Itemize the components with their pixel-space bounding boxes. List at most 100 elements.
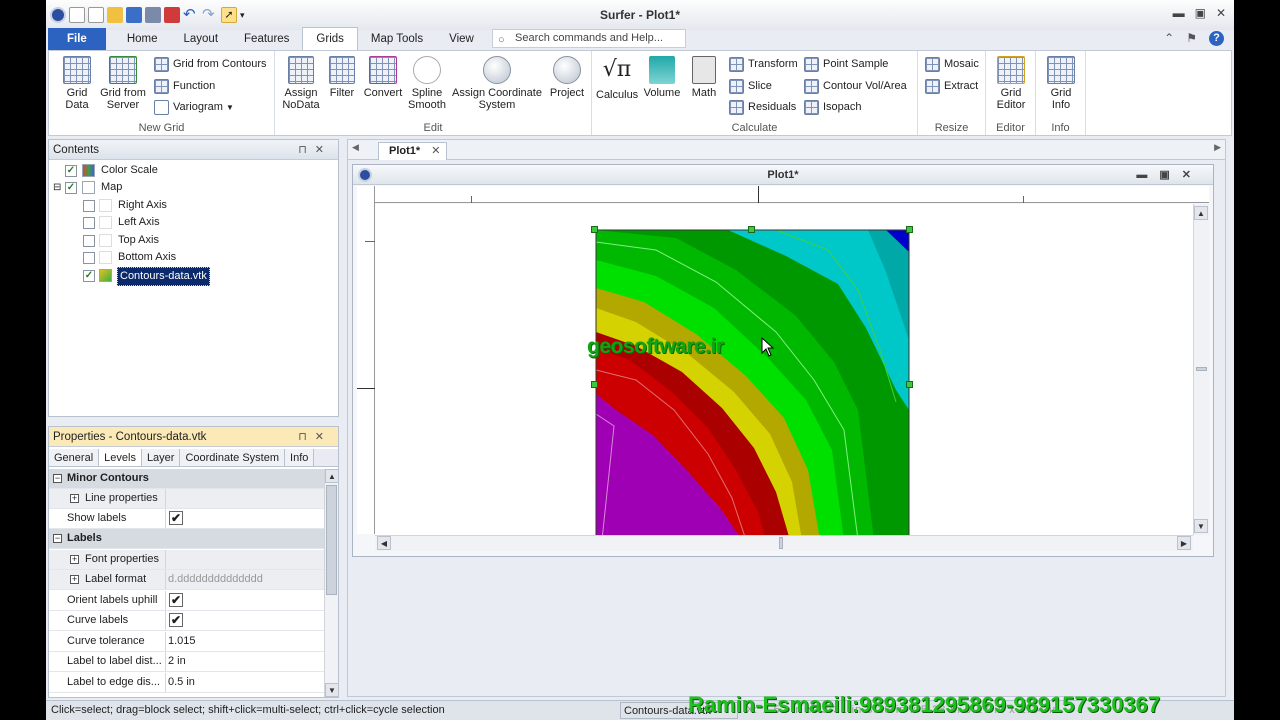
function-button[interactable]: Function <box>153 77 215 95</box>
tab-coordinate-system[interactable]: Coordinate System <box>180 449 286 466</box>
slice-button[interactable]: Slice <box>728 77 772 95</box>
collapse-icon[interactable]: − <box>53 534 62 543</box>
section-labels[interactable]: − Labels <box>49 529 325 549</box>
assign-nodata-button[interactable]: Assign NoData <box>279 56 323 111</box>
tree-item-map[interactable]: ⊟ ✓ Map <box>49 179 329 196</box>
top-axis-checkbox[interactable] <box>83 235 95 247</box>
extract-button[interactable]: Extract <box>924 77 978 95</box>
grid-info-button[interactable]: Grid Info <box>1040 56 1082 111</box>
contour-map[interactable] <box>375 204 1193 535</box>
color-scale-checkbox[interactable]: ✓ <box>65 165 77 177</box>
tab-scroll-right-icon[interactable]: ▶ <box>1214 142 1221 153</box>
prop-label-to-label-dist[interactable]: Label to label dist... 2 in <box>49 652 325 672</box>
grid-data-button[interactable]: Grid Data <box>57 56 97 111</box>
selection-handle[interactable] <box>591 381 598 388</box>
prop-orient-labels-uphill[interactable]: Orient labels uphill ✔ <box>49 591 325 611</box>
panel-pin-close-icons[interactable]: ⊓✕ <box>298 427 332 447</box>
scroll-up-icon[interactable]: ▲ <box>325 469 339 483</box>
expand-icon[interactable]: + <box>70 575 79 584</box>
collapse-icon[interactable]: − <box>53 474 62 483</box>
point-sample-button[interactable]: Point Sample <box>803 55 888 73</box>
tree-item-color-scale[interactable]: ✓ Color Scale <box>49 162 329 179</box>
collapse-icon[interactable]: ⊟ <box>53 179 61 196</box>
maximize-icon[interactable]: ▣ <box>1195 6 1206 20</box>
transform-button[interactable]: Transform <box>728 55 798 73</box>
tab-grids[interactable]: Grids <box>302 27 358 50</box>
residuals-button[interactable]: Residuals <box>728 98 796 116</box>
close-tab-icon[interactable]: ✕ <box>431 145 440 157</box>
volume-button[interactable]: Volume <box>642 56 682 99</box>
prop-curve-tolerance[interactable]: Curve tolerance 1.015 <box>49 632 325 652</box>
section-minor-contours[interactable]: − Minor Contours <box>49 469 325 489</box>
panel-pin-close-icons[interactable]: ⊓✕ <box>298 140 332 160</box>
orient-labels-checkbox[interactable]: ✔ <box>169 593 183 607</box>
curve-tolerance-field[interactable]: 1.015 <box>165 632 325 651</box>
tab-levels[interactable]: Levels <box>99 449 142 466</box>
plot-window-controls[interactable]: ▬▣✕ <box>1136 165 1203 185</box>
prop-font-properties[interactable]: + Font properties <box>49 550 325 570</box>
label-to-label-field[interactable]: 2 in <box>165 652 325 671</box>
scroll-down-icon[interactable]: ▼ <box>325 683 339 697</box>
right-axis-checkbox[interactable] <box>83 200 95 212</box>
minimize-icon[interactable]: ▬ <box>1173 6 1185 20</box>
tab-info[interactable]: Info <box>285 449 315 466</box>
scroll-thumb[interactable] <box>779 537 783 549</box>
selection-handle[interactable] <box>591 226 598 233</box>
properties-scrollbar[interactable]: ▲ ▼ <box>324 469 339 697</box>
tab-plot1[interactable]: Plot1* ✕ <box>378 142 448 160</box>
tab-home[interactable]: Home <box>114 28 171 50</box>
plot-vertical-scrollbar[interactable]: ▲ ▼ <box>1193 204 1209 535</box>
tab-features[interactable]: Features <box>231 28 302 50</box>
flag-icon[interactable]: ⚑ <box>1186 31 1197 46</box>
close-icon[interactable]: ✕ <box>1216 6 1226 20</box>
tab-file[interactable]: File <box>48 28 106 50</box>
prop-curve-labels[interactable]: Curve labels ✔ <box>49 611 325 631</box>
scroll-up-icon[interactable]: ▲ <box>1194 206 1208 220</box>
project-button[interactable]: Project <box>547 56 587 99</box>
selection-handle[interactable] <box>748 226 755 233</box>
prop-label-format[interactable]: + Label format d.dddddddddddddd <box>49 570 325 590</box>
contours-checkbox[interactable]: ✓ <box>83 270 95 282</box>
prop-line-properties[interactable]: + Line properties <box>49 489 325 509</box>
help-icon[interactable]: ? <box>1209 31 1224 46</box>
scroll-right-icon[interactable]: ▶ <box>1177 536 1191 550</box>
tab-scroll-left-icon[interactable]: ◀ <box>352 142 359 153</box>
plot-canvas[interactable]: geosoftware.ir <box>375 204 1193 535</box>
tab-view[interactable]: View <box>436 28 487 50</box>
tab-layer[interactable]: Layer <box>141 449 181 466</box>
spline-smooth-button[interactable]: Spline Smooth <box>407 56 447 111</box>
scroll-left-icon[interactable]: ◀ <box>377 536 391 550</box>
expand-icon[interactable]: + <box>70 555 79 564</box>
calculus-button[interactable]: √π Calculus <box>596 56 638 101</box>
mosaic-button[interactable]: Mosaic <box>924 55 979 73</box>
math-button[interactable]: Math <box>686 56 722 99</box>
tree-item-bottom-axis[interactable]: Bottom Axis <box>49 249 329 266</box>
expand-icon[interactable]: + <box>70 494 79 503</box>
tree-item-top-axis[interactable]: Top Axis <box>49 232 329 249</box>
tree-item-right-axis[interactable]: Right Axis <box>49 197 329 214</box>
tab-layout[interactable]: Layout <box>171 28 232 50</box>
prop-show-labels[interactable]: Show labels ✔ <box>49 509 325 529</box>
selection-handle[interactable] <box>906 381 913 388</box>
filter-button[interactable]: Filter <box>325 56 359 99</box>
tree-item-left-axis[interactable]: Left Axis <box>49 214 329 231</box>
grid-from-server-button[interactable]: Grid from Server <box>97 56 149 111</box>
assign-coordinate-system-button[interactable]: Assign Coordinate System <box>449 56 545 111</box>
label-to-edge-field[interactable]: 0.5 in <box>165 673 325 692</box>
contour-vol-area-button[interactable]: Contour Vol/Area <box>803 77 907 95</box>
map-checkbox[interactable]: ✓ <box>65 182 77 194</box>
show-labels-checkbox[interactable]: ✔ <box>169 511 183 525</box>
scroll-down-icon[interactable]: ▼ <box>1194 519 1208 533</box>
selection-handle[interactable] <box>906 226 913 233</box>
prop-label-to-edge-dis[interactable]: Label to edge dis... 0.5 in <box>49 673 325 693</box>
bottom-axis-checkbox[interactable] <box>83 252 95 264</box>
scroll-thumb[interactable] <box>326 485 337 595</box>
tab-map-tools[interactable]: Map Tools <box>358 28 436 50</box>
variogram-button[interactable]: Variogram ▼ <box>153 98 234 116</box>
grid-editor-button[interactable]: Grid Editor <box>990 56 1032 111</box>
collapse-ribbon-icon[interactable]: ⌃ <box>1164 31 1174 46</box>
tab-general[interactable]: General <box>49 449 100 466</box>
isopach-button[interactable]: Isopach <box>803 98 862 116</box>
grid-from-contours-button[interactable]: Grid from Contours <box>153 55 267 73</box>
plot-horizontal-scrollbar[interactable]: ◀ ▶ <box>375 535 1193 551</box>
